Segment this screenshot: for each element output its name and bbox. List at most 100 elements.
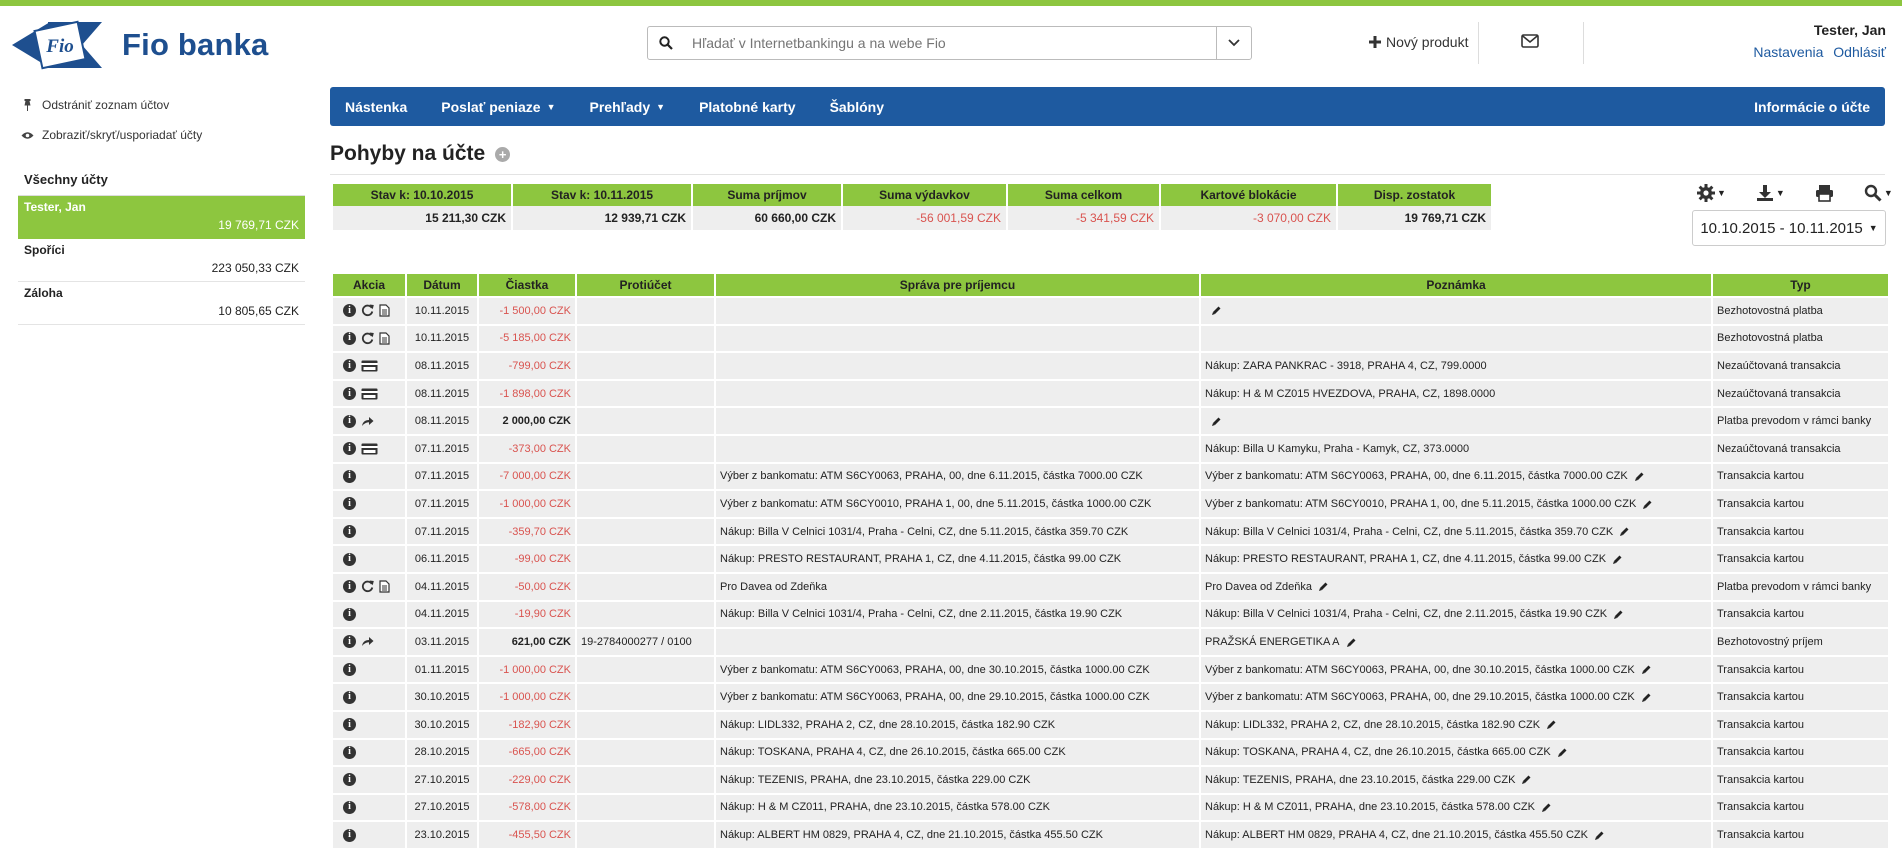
edit-note-pencil-icon[interactable] <box>1541 802 1552 813</box>
table-row[interactable]: i 03.11.2015 621,00 CZK 19-2784000277 / 010… <box>333 629 1888 655</box>
date-range-select[interactable]: 10.10.2015 - 10.11.2015 ▼ <box>1692 210 1886 246</box>
remove-account-list-button[interactable]: Odstrániť zoznam účtov <box>0 90 305 120</box>
search-icon[interactable] <box>648 27 684 59</box>
table-row[interactable]: i 10.11.2015 -5 185,00 CZK Bezhotovostná pl… <box>333 325 1888 352</box>
share-arrow-icon[interactable] <box>361 636 374 647</box>
document-icon[interactable] <box>379 332 390 345</box>
table-row[interactable]: i 30.10.2015 -182,90 CZK Nákup: LIDL332, PR… <box>333 711 1888 738</box>
info-icon[interactable]: i <box>343 718 356 732</box>
column-header-col-message[interactable]: Správa pre príjemcu <box>716 274 1199 296</box>
show-hide-accounts-button[interactable]: Zobraziť/skryť/usporiadať účty <box>0 120 305 150</box>
edit-note-pencil-icon[interactable] <box>1346 637 1357 648</box>
info-icon[interactable]: i <box>343 635 356 649</box>
info-icon[interactable]: i <box>343 580 356 594</box>
edit-note-pencil-icon[interactable] <box>1641 664 1652 675</box>
table-row[interactable]: i 04.11.2015 -19,90 CZK Nákup: Billa V Celn… <box>333 601 1888 628</box>
edit-note-pencil-icon[interactable] <box>1521 774 1532 785</box>
card-icon[interactable] <box>361 360 378 372</box>
info-icon[interactable]: i <box>343 469 356 483</box>
info-icon[interactable]: i <box>343 773 356 787</box>
card-icon[interactable] <box>361 388 378 400</box>
column-header-col-action[interactable]: Akcia <box>333 274 405 296</box>
edit-note-pencil-icon[interactable] <box>1619 526 1630 537</box>
info-icon[interactable]: i <box>343 414 356 428</box>
column-header-col-counter-account[interactable]: Protiúčet <box>577 274 714 296</box>
nav-item-send-money[interactable]: Poslať peniaze ▼ <box>424 99 572 115</box>
column-header-col-type[interactable]: Typ <box>1713 274 1888 296</box>
info-icon[interactable]: i <box>343 690 356 704</box>
table-row[interactable]: i 30.10.2015 -1 000,00 CZK Výber z bankomat… <box>333 684 1888 710</box>
repeat-icon[interactable] <box>361 304 374 317</box>
search-menu-button[interactable]: ▼ <box>1864 184 1893 202</box>
table-row[interactable]: i 01.11.2015 -1 000,00 CZK Výber z bankomat… <box>333 656 1888 683</box>
info-icon[interactable]: i <box>343 497 356 511</box>
edit-note-pencil-icon[interactable] <box>1557 747 1568 758</box>
table-row[interactable]: i 28.10.2015 -665,00 CZK Nákup: TOSKANA, PR… <box>333 739 1888 766</box>
table-row[interactable]: i 08.11.2015 -1 898,00 CZK Nákup: H & M CZ0… <box>333 380 1888 407</box>
table-row[interactable]: i 07.11.2015 -359,70 CZK Nákup: Billa V Cel… <box>333 518 1888 545</box>
edit-note-pencil-icon[interactable] <box>1318 581 1329 592</box>
account-item[interactable]: Spoříci 223 050,33 CZK <box>18 239 305 282</box>
nav-item-payment-cards[interactable]: Platobné karty <box>682 99 812 115</box>
edit-note-pencil-icon[interactable] <box>1211 305 1222 316</box>
column-header-col-note[interactable]: Poznámka <box>1201 274 1711 296</box>
table-row[interactable]: i 07.11.2015 -7 000,00 CZK Výber z bankomat… <box>333 463 1888 490</box>
settings-link[interactable]: Nastavenia <box>1753 44 1823 60</box>
logo[interactable]: Fio Fio banka <box>12 18 269 72</box>
table-row[interactable]: i 08.11.2015 2 000,00 CZK Platba prevodom v… <box>333 408 1888 434</box>
column-header-col-date[interactable]: Dátum <box>407 274 477 296</box>
all-accounts-heading[interactable]: Všechny účty <box>18 168 305 196</box>
info-icon[interactable]: i <box>343 607 356 621</box>
settings-menu-button[interactable]: ▼ <box>1697 184 1726 202</box>
edit-note-pencil-icon[interactable] <box>1641 692 1652 703</box>
info-icon[interactable]: i <box>343 304 356 318</box>
table-row[interactable]: i 23.10.2015 -455,50 CZK Nákup: ALBERT HM 0… <box>333 822 1888 848</box>
nav-item-account-info[interactable]: Informácie o účte <box>1737 99 1885 115</box>
edit-note-pencil-icon[interactable] <box>1211 416 1222 427</box>
table-row[interactable]: i 08.11.2015 -799,00 CZK Nákup: ZARA PANKRA… <box>333 353 1888 379</box>
search-input[interactable] <box>684 27 1216 59</box>
mail-icon[interactable] <box>1521 34 1539 51</box>
document-icon[interactable] <box>379 304 390 317</box>
share-arrow-icon[interactable] <box>361 416 374 427</box>
info-icon[interactable]: i <box>343 663 356 677</box>
nav-item-dashboard[interactable]: Nástenka <box>330 99 424 115</box>
table-row[interactable]: i 06.11.2015 -99,00 CZK Nákup: PRESTO RESTA… <box>333 546 1888 572</box>
account-item[interactable]: Tester, Jan 19 769,71 CZK <box>18 196 305 239</box>
table-row[interactable]: i 04.11.2015 -50,00 CZK Pro Davea od Zdeňka… <box>333 573 1888 600</box>
info-icon[interactable]: i <box>343 442 356 456</box>
edit-note-pencil-icon[interactable] <box>1546 719 1557 730</box>
nav-item-templates[interactable]: Šablóny <box>813 99 901 115</box>
table-row[interactable]: i 10.11.2015 -1 500,00 CZK Bezhotovostná pl… <box>333 298 1888 324</box>
edit-note-pencil-icon[interactable] <box>1612 554 1623 565</box>
info-icon[interactable]: i <box>343 828 356 842</box>
print-button[interactable] <box>1815 184 1834 202</box>
table-row[interactable]: i 07.11.2015 -373,00 CZK Nákup: Billa U Kam… <box>333 435 1888 462</box>
table-row[interactable]: i 27.10.2015 -229,00 CZK Nákup: TEZENIS, PR… <box>333 767 1888 793</box>
account-item[interactable]: Záloha 10 805,65 CZK <box>18 282 305 325</box>
info-icon[interactable]: i <box>343 331 356 345</box>
search-dropdown-chevron-icon[interactable] <box>1216 27 1251 59</box>
edit-note-pencil-icon[interactable] <box>1634 471 1645 482</box>
edit-note-pencil-icon[interactable] <box>1613 609 1624 620</box>
nav-item-overviews[interactable]: Prehľady ▼ <box>573 99 683 115</box>
logout-link[interactable]: Odhlásiť <box>1833 44 1886 60</box>
repeat-icon[interactable] <box>361 332 374 345</box>
add-circle-icon[interactable]: + <box>495 146 511 162</box>
table-row[interactable]: i 27.10.2015 -578,00 CZK Nákup: H & M CZ011… <box>333 794 1888 821</box>
info-icon[interactable]: i <box>343 552 356 566</box>
document-icon[interactable] <box>379 580 390 593</box>
card-icon[interactable] <box>361 443 378 455</box>
new-product-button[interactable]: Nový produkt <box>1369 34 1468 50</box>
edit-note-pencil-icon[interactable] <box>1594 830 1605 841</box>
info-icon[interactable]: i <box>343 800 356 814</box>
info-icon[interactable]: i <box>343 525 356 539</box>
info-icon[interactable]: i <box>343 387 356 401</box>
edit-note-pencil-icon[interactable] <box>1642 499 1653 510</box>
column-header-col-amount[interactable]: Čiastka <box>479 274 575 296</box>
download-menu-button[interactable]: ▼ <box>1756 184 1785 202</box>
repeat-icon[interactable] <box>361 580 374 593</box>
info-icon[interactable]: i <box>343 745 356 759</box>
info-icon[interactable]: i <box>343 359 356 373</box>
table-row[interactable]: i 07.11.2015 -1 000,00 CZK Výber z bankomat… <box>333 491 1888 517</box>
